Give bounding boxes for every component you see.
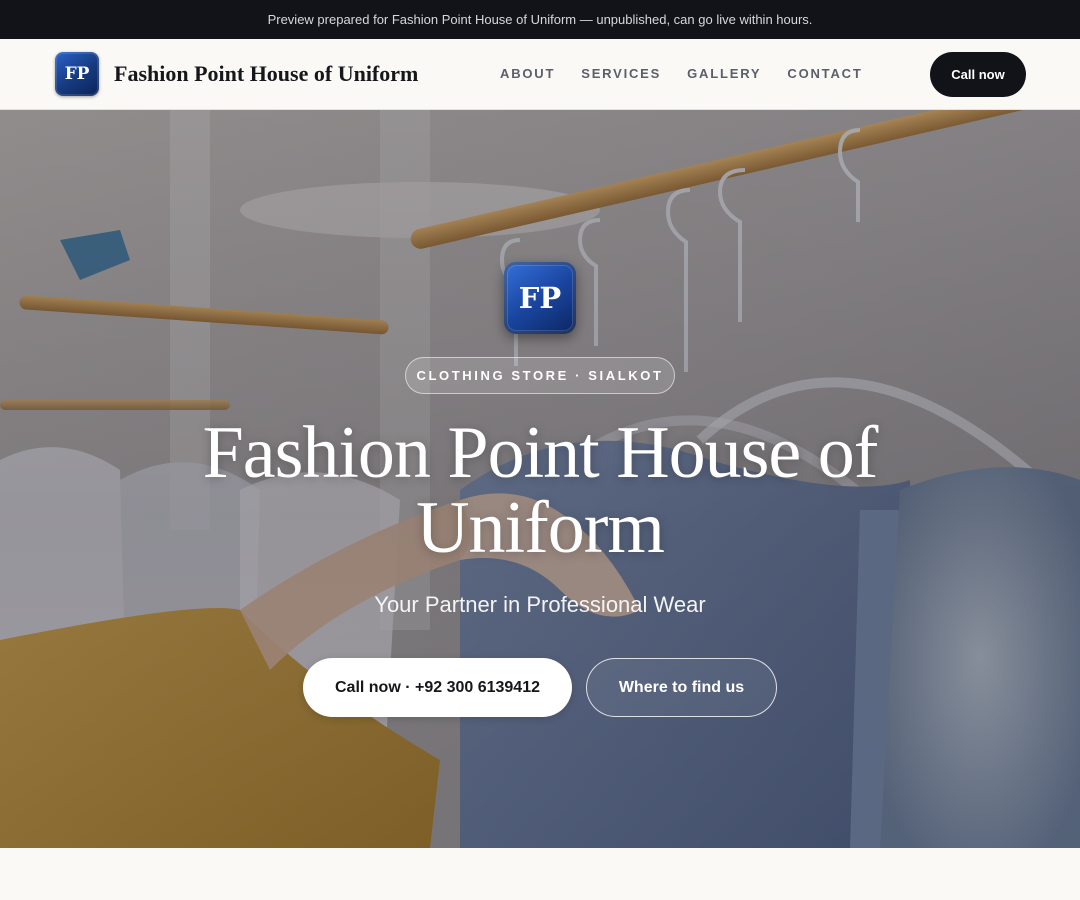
nav-link-services[interactable]: SERVICES [581,66,661,81]
header-call-button[interactable]: Call now [930,52,1026,97]
brand-logo[interactable]: FP [55,52,99,96]
call-now-button[interactable]: Call now · +92 300 6139412 [303,658,572,717]
nav-link-about[interactable]: ABOUT [500,66,555,81]
preview-banner-text: Preview prepared for Fashion Point House… [267,12,813,27]
nav-link-gallery[interactable]: GALLERY [687,66,761,81]
site-header: FP Fashion Point House of Uniform ABOUT … [0,39,1080,110]
hero-title: Fashion Point House of Uniform [202,412,879,569]
brand-name[interactable]: Fashion Point House of Uniform [114,61,418,87]
category-badge: CLOTHING STORE · SIALKOT [405,357,675,394]
preview-banner: Preview prepared for Fashion Point House… [0,0,1080,39]
hero-logo: FP [504,262,576,334]
nav-link-contact[interactable]: CONTACT [787,66,862,81]
hero-section: FP CLOTHING STORE · SIALKOT Fashion Poin… [0,110,1080,848]
hero-logo-text: FP [518,281,562,315]
find-us-button[interactable]: Where to find us [586,658,777,717]
hero-subtitle: Your Partner in Professional Wear [374,592,706,617]
brand-logo-text: FP [64,64,90,84]
main-nav: ABOUT SERVICES GALLERY CONTACT [500,66,889,81]
